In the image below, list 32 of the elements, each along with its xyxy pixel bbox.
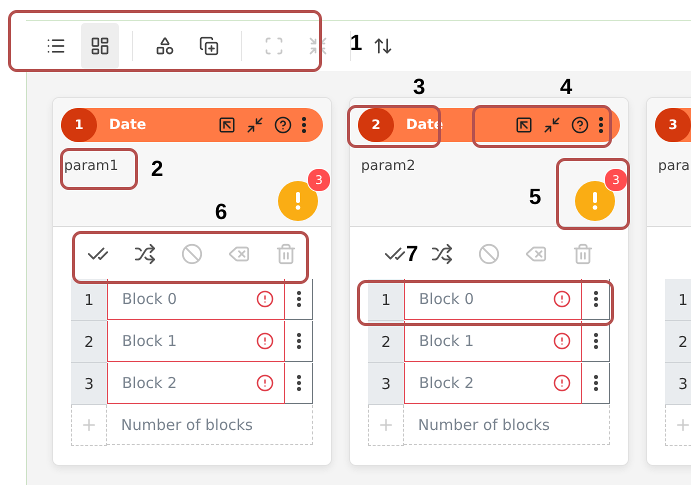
callout-number: 7 [406, 241, 418, 267]
block-field[interactable]: Block 2 [404, 363, 582, 404]
warning-count: 3 [307, 168, 331, 192]
step-number: 2 [358, 108, 394, 142]
parameter-name: param1 [64, 158, 118, 174]
block-field[interactable]: Block 0 [107, 279, 285, 320]
step-number: 1 [61, 108, 97, 142]
step-number: 3 [655, 108, 691, 142]
callout-number: 4 [560, 74, 572, 100]
type-label: Date [109, 117, 148, 133]
block-field[interactable]: Block 0 [404, 279, 582, 320]
row-number: 1 [665, 279, 691, 321]
block-count-field[interactable]: Number of blocks [404, 405, 610, 445]
parameter-name: para [658, 158, 690, 174]
row-number: 2 [665, 321, 691, 363]
row-number: 2 [368, 321, 404, 363]
callout-number: 6 [215, 199, 228, 225]
warning-count: 3 [604, 168, 628, 192]
callout-number: 1 [350, 30, 362, 56]
row-number: 2 [71, 321, 107, 363]
block-count-field[interactable]: Number of blocks [107, 405, 313, 445]
row-number: 3 [665, 363, 691, 405]
row-number: 3 [368, 363, 404, 405]
callout-number: 2 [151, 156, 164, 182]
block-field[interactable]: Block 1 [404, 321, 582, 362]
row-number: 3 [71, 363, 107, 405]
parameter-name: param2 [361, 158, 416, 174]
block-field[interactable]: Block 2 [107, 363, 285, 404]
callout-number: 5 [529, 184, 542, 210]
callout-number: 3 [413, 74, 426, 100]
row-number: 1 [71, 279, 107, 321]
block-field[interactable]: Block 1 [107, 321, 285, 362]
